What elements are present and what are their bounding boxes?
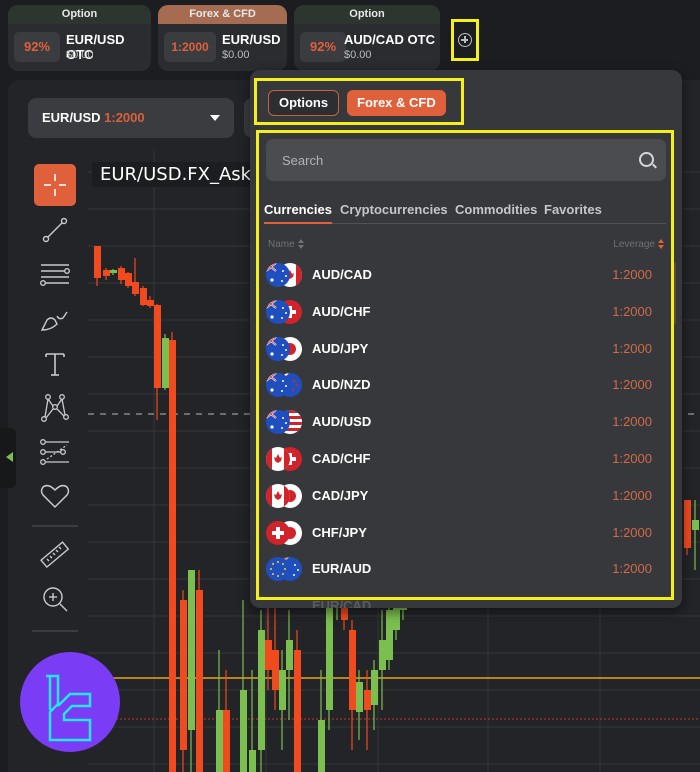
pattern-icon (41, 394, 69, 422)
candle-body (272, 650, 279, 690)
toolbar-divider (32, 630, 78, 632)
candle-body (249, 750, 256, 772)
mode-tab-options[interactable]: Options (268, 90, 340, 116)
candle-body (240, 690, 247, 772)
candle-body (118, 268, 125, 280)
brush-tool[interactable] (34, 298, 76, 340)
pair-flags (266, 483, 302, 508)
candle-body (94, 246, 101, 278)
payout-badge: 92% (300, 32, 346, 62)
candle-body (180, 600, 187, 750)
pair-flags (266, 520, 302, 545)
candle-body (188, 570, 195, 730)
candle-body (147, 300, 154, 306)
tab-category: Option (294, 5, 440, 24)
chf-flag-icon (266, 520, 290, 545)
zoom-in-icon (43, 587, 68, 612)
heart-icon (40, 484, 70, 509)
ruler-icon (40, 541, 70, 569)
candle-body (379, 640, 386, 670)
zoom-in-tool[interactable] (34, 578, 76, 620)
favorites-tool[interactable] (34, 475, 76, 517)
tab-category: Option (8, 5, 151, 24)
candle-body (371, 670, 378, 705)
pair-flags (266, 447, 302, 471)
aud-flag-icon (266, 336, 290, 361)
candle-body (286, 640, 293, 670)
asset-selector[interactable]: EUR/USD 1:2000 (28, 98, 234, 138)
instrument-tab[interactable]: Option 92% EUR/USD OTC $0.00 (8, 5, 151, 71)
pair-flags (266, 336, 302, 361)
fib-retracement-icon (40, 439, 69, 465)
plus-circle-icon (458, 33, 472, 47)
toolbar-divider (32, 525, 78, 527)
candle-body (223, 710, 230, 772)
caret-down-icon (210, 115, 220, 121)
cad-flag-icon (266, 483, 290, 508)
candle-body (318, 720, 325, 772)
candle-body (692, 520, 699, 530)
aud-flag-icon (266, 299, 290, 324)
tab-balance: $0.00 (66, 49, 94, 61)
tab-category: Forex & CFD (158, 5, 287, 24)
add-tab-button[interactable] (451, 19, 479, 61)
pair-flags (266, 299, 302, 324)
brand-logo (20, 652, 120, 752)
instrument-tabs-bar: Option 92% EUR/USD OTC $0.00 Forex & CFD… (0, 0, 700, 76)
candle-body (125, 273, 132, 286)
pattern-tool[interactable] (34, 387, 76, 429)
candle-body (162, 338, 169, 388)
text-icon (45, 353, 65, 376)
tab-pair: EUR/USD (222, 32, 281, 47)
cad-flag-icon (266, 447, 290, 471)
instrument-tab[interactable]: Forex & CFD 1:2000 EUR/USD $0.00 (158, 5, 287, 71)
candle-body (196, 590, 203, 772)
candle-body (132, 282, 139, 294)
tab-balance: $0.00 (344, 49, 372, 61)
instrument-tab[interactable]: Option 92% AUD/CAD OTC $0.00 (294, 5, 440, 71)
aud-flag-icon (266, 263, 290, 287)
candle-body (349, 630, 356, 710)
logo-icon (46, 674, 92, 742)
candle-body (110, 270, 117, 273)
candle-body (386, 610, 393, 660)
pair-flags (266, 373, 302, 398)
payout-badge: 92% (14, 32, 60, 62)
brush-icon (40, 311, 68, 331)
trend-line-tool[interactable] (34, 209, 76, 251)
crosshair-icon (44, 174, 66, 196)
candle-body (140, 288, 147, 305)
aud-flag-icon (266, 410, 290, 435)
candle-body (216, 710, 223, 772)
candle-body (169, 340, 176, 772)
crosshair-tool[interactable] (34, 164, 76, 206)
highlight-box (256, 130, 674, 600)
candle-body (356, 682, 363, 712)
pair-flags (266, 557, 302, 582)
ruler-tool[interactable] (34, 534, 76, 576)
fib-tool[interactable] (34, 431, 76, 473)
parallel-lines-tool[interactable] (34, 253, 76, 295)
pair-flags (266, 410, 302, 435)
candle-body (294, 650, 301, 772)
candle-body (279, 670, 286, 710)
asset-pair: EUR/USD (42, 110, 101, 125)
pair-flags (266, 263, 302, 287)
candle-body (684, 500, 691, 548)
chart-symbol-label: EUR/USD.FX_Ask (92, 162, 260, 187)
candle-body (103, 270, 110, 276)
asset-leverage: 1:2000 (104, 110, 145, 125)
horizontal-lines-icon (40, 264, 71, 287)
text-tool[interactable] (34, 343, 76, 385)
sidebar-toggle[interactable] (0, 428, 16, 488)
trend-line-icon (42, 217, 68, 243)
mode-tab-forex-cfd[interactable]: Forex & CFD (347, 90, 446, 116)
tab-pair: AUD/CAD OTC (344, 32, 435, 47)
candle-body (265, 640, 272, 670)
tab-balance: $0.00 (222, 49, 250, 61)
leverage-badge: 1:2000 (164, 32, 216, 62)
candle-body (258, 630, 265, 750)
candle-body (364, 690, 371, 710)
candle-body (154, 305, 161, 388)
